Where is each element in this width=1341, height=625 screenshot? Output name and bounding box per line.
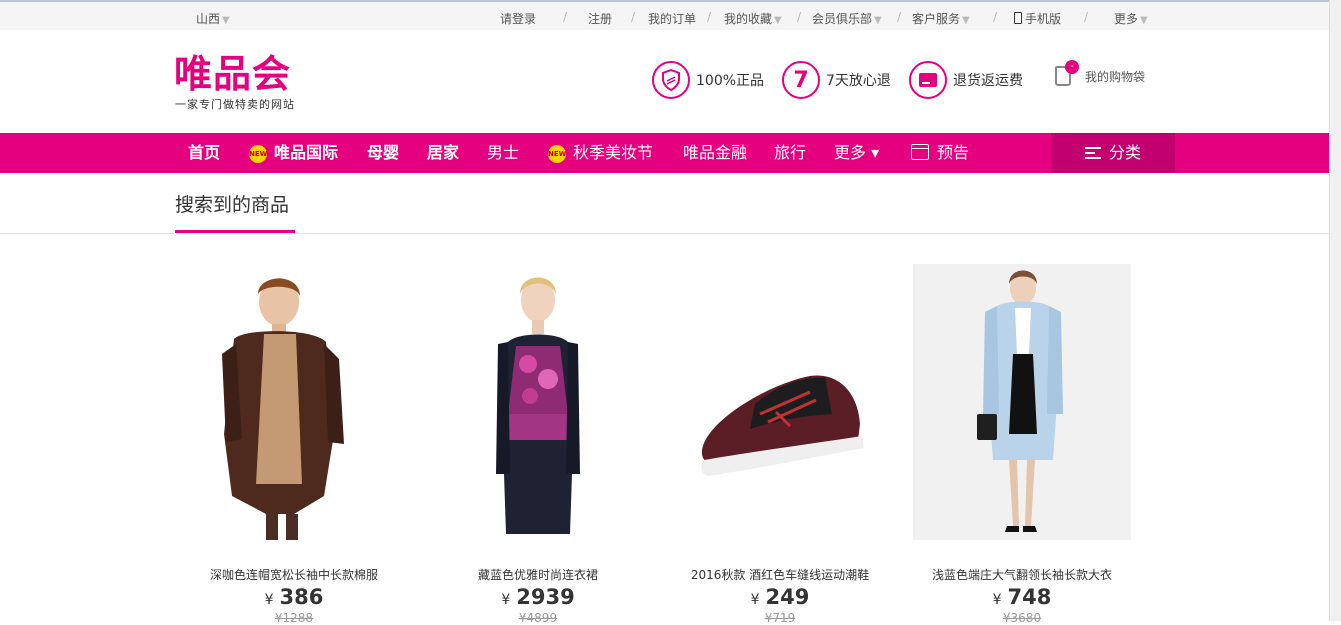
original-price: ¥4899: [518, 611, 558, 625]
price-value: 748: [1007, 585, 1052, 609]
more-label: 更多: [1114, 12, 1139, 26]
nav-item-preview[interactable]: 预告: [911, 133, 969, 173]
separator: /: [993, 10, 998, 24]
chevron-down-icon: ▼: [774, 15, 782, 26]
section-title: 搜索到的商品: [175, 194, 290, 216]
section-divider: [0, 233, 1329, 234]
shopping-bag-icon: -: [1055, 60, 1079, 86]
nav-item-finance[interactable]: 唯品金融: [683, 133, 747, 173]
nav-item-home[interactable]: 首页: [188, 133, 220, 173]
seven-day-icon: 7: [782, 61, 820, 99]
product-price: ¥249: [660, 585, 900, 609]
original-price: ¥3680: [1002, 611, 1042, 625]
member-club-label: 会员俱乐部: [812, 12, 873, 26]
product-card[interactable]: 藏蓝色优雅时尚连衣裙 ¥2939 ¥4899: [418, 264, 658, 625]
product-name[interactable]: 藏蓝色优雅时尚连衣裙: [418, 566, 658, 583]
product-image[interactable]: [913, 264, 1131, 540]
new-badge-icon: NEW: [548, 145, 566, 163]
top-utility-bar: 山西 ▼ 请登录 / 注册 / 我的订单 / 我的收藏 ▼ / 会员俱乐部 ▼ / 客…: [0, 0, 1329, 30]
category-list-icon: [1084, 147, 1101, 159]
price-value: 386: [279, 585, 324, 609]
product-image[interactable]: [660, 264, 878, 540]
favorites-menu[interactable]: 我的收藏 ▼: [724, 10, 782, 27]
separator: /: [631, 10, 636, 24]
product-image[interactable]: [174, 264, 392, 540]
product-name[interactable]: 浅蓝色端庄大气翻领长袖长款大衣: [902, 566, 1142, 583]
site-logo[interactable]: 唯品会: [174, 52, 291, 96]
price-value: 2939: [516, 585, 575, 609]
promise-authentic[interactable]: 100%正品: [652, 60, 764, 100]
favorites-label: 我的收藏: [724, 12, 773, 26]
original-price: ¥719: [764, 611, 796, 625]
new-badge-icon: NEW: [249, 145, 267, 163]
nav-item-beauty-festival[interactable]: NEW 秋季美妆节: [548, 133, 653, 173]
main-nav: 首页 NEW 唯品国际 母婴 居家 男士 NEW 秋季美妆节 唯品金融 旅行 更多 …: [0, 133, 1329, 173]
product-name[interactable]: 深咖色连帽宽松长袖中长款棉服: [174, 566, 414, 583]
chevron-down-icon: ▼: [1140, 15, 1148, 26]
shopping-bag[interactable]: - 我的购物袋: [1055, 60, 1146, 86]
location-label: 山西: [196, 12, 221, 26]
separator: /: [563, 10, 568, 24]
shield-icon: [652, 61, 690, 99]
mobile-link[interactable]: 手机版: [1014, 10, 1061, 27]
location-selector[interactable]: 山西 ▼: [196, 10, 230, 27]
promise-return[interactable]: 7 7天放心退: [782, 60, 891, 100]
chevron-down-icon: ▼: [874, 15, 882, 26]
mobile-label: 手机版: [1025, 12, 1062, 26]
currency-symbol: ¥: [750, 592, 760, 608]
nav-label: 预告: [937, 143, 970, 162]
card-icon: [909, 61, 947, 99]
member-club-menu[interactable]: 会员俱乐部 ▼: [812, 10, 882, 27]
category-label: 分类: [1108, 143, 1141, 162]
currency-symbol: ¥: [264, 592, 274, 608]
site-slogan: 一家专门做特卖的网站: [175, 98, 295, 111]
product-image[interactable]: [418, 264, 636, 540]
chevron-down-icon: ▼: [962, 15, 970, 26]
more-menu[interactable]: 更多 ▼: [1114, 10, 1148, 27]
separator: /: [707, 10, 712, 24]
product-price: ¥2939: [418, 585, 658, 609]
cart-count-badge: -: [1065, 60, 1079, 74]
promise-label: 100%正品: [696, 73, 765, 89]
nav-item-travel[interactable]: 旅行: [774, 133, 806, 173]
promise-label: 7天放心退: [826, 73, 891, 89]
nav-item-more[interactable]: 更多 ▾: [834, 133, 879, 173]
vertical-scrollbar[interactable]: [1329, 0, 1341, 621]
chevron-down-icon: ▼: [222, 15, 230, 26]
product-price: ¥386: [174, 585, 414, 609]
customer-service-label: 客户服务: [912, 12, 961, 26]
nav-label: 唯品国际: [274, 143, 339, 162]
product-name[interactable]: 2016秋款 酒红色车缝线运动潮鞋: [660, 566, 900, 583]
category-button[interactable]: 分类: [1051, 133, 1175, 173]
nav-label: 秋季美妆节: [573, 143, 654, 162]
my-orders-link[interactable]: 我的订单: [648, 10, 696, 27]
currency-symbol: ¥: [501, 592, 511, 608]
nav-item-home-living[interactable]: 居家: [427, 133, 459, 173]
login-link[interactable]: 请登录: [500, 10, 536, 27]
customer-service-menu[interactable]: 客户服务 ▼: [912, 10, 970, 27]
currency-symbol: ¥: [992, 592, 1002, 608]
product-card[interactable]: 2016秋款 酒红色车缝线运动潮鞋 ¥249 ¥719: [660, 264, 900, 625]
separator: /: [797, 10, 802, 24]
original-price: ¥1288: [274, 611, 314, 625]
nav-item-baby[interactable]: 母婴: [367, 133, 399, 173]
register-link[interactable]: 注册: [588, 10, 612, 27]
calendar-icon: [911, 144, 929, 160]
phone-icon: [1014, 12, 1022, 24]
price-value: 249: [765, 585, 810, 609]
nav-item-international[interactable]: NEW 唯品国际: [249, 133, 338, 173]
separator: /: [1084, 10, 1089, 24]
cart-label: 我的购物袋: [1085, 69, 1146, 84]
product-card[interactable]: 深咖色连帽宽松长袖中长款棉服 ¥386 ¥1288: [174, 264, 414, 625]
nav-item-men[interactable]: 男士: [487, 133, 519, 173]
promise-free-shipping[interactable]: 退货返运费: [909, 60, 1023, 100]
separator: /: [897, 10, 902, 24]
promise-label: 退货返运费: [953, 73, 1023, 89]
site-header: 唯品会 一家专门做特卖的网站 100%正品 7 7天放心退 退货返运费 - 我的…: [0, 30, 1329, 133]
product-card[interactable]: 浅蓝色端庄大气翻领长袖长款大衣 ¥748 ¥3680: [902, 264, 1142, 625]
product-price: ¥748: [902, 585, 1142, 609]
